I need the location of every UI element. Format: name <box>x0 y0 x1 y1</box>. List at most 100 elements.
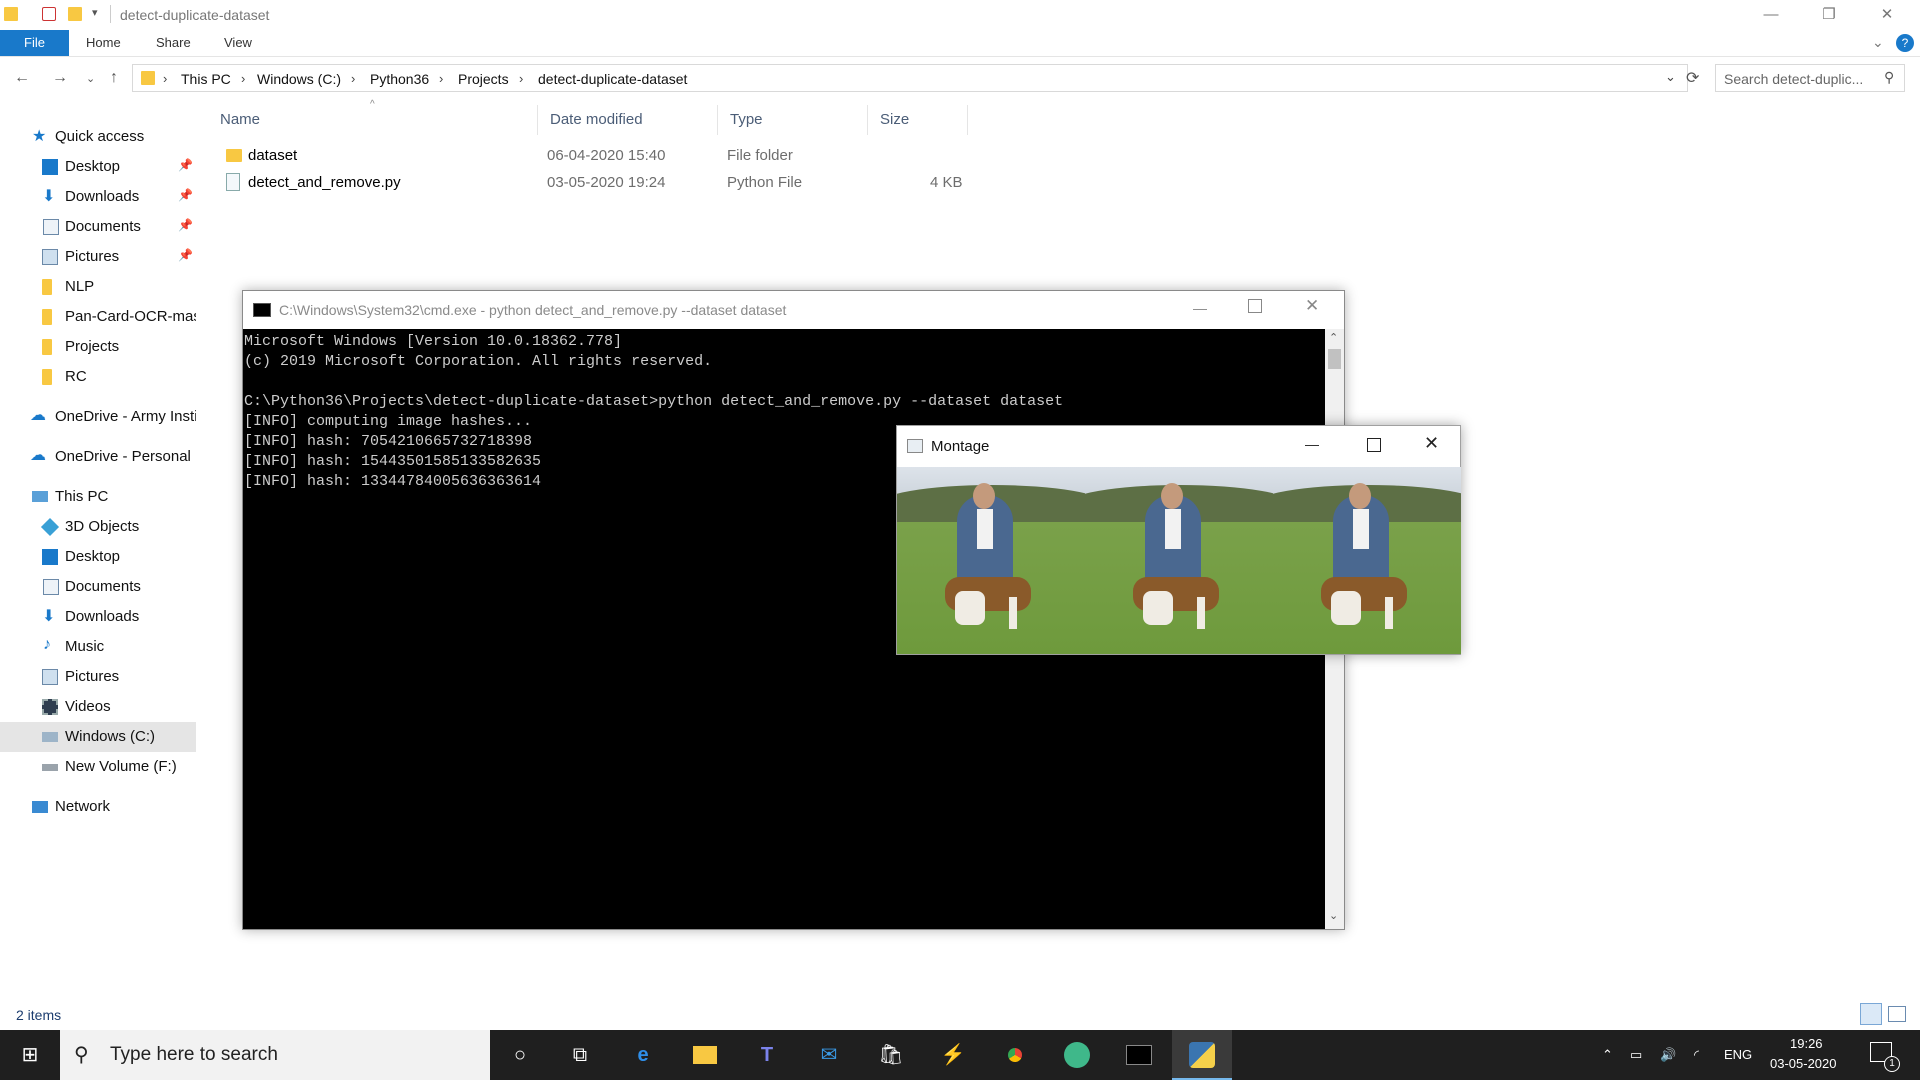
windows-start-icon[interactable]: ⊞ <box>15 1040 45 1070</box>
breadcrumb-current[interactable]: detect-duplicate-dataset <box>538 71 687 87</box>
nav-network[interactable]: Network <box>0 792 196 822</box>
nav-item-documents[interactable]: Documents 📌 <box>0 212 196 242</box>
nav-item-pc-desktop[interactable]: Desktop <box>0 542 196 572</box>
refresh-icon[interactable]: ⟳ <box>1686 68 1699 88</box>
nav-item-desktop[interactable]: Desktop 📌 <box>0 152 196 182</box>
nav-label: NLP <box>65 278 95 295</box>
tab-file[interactable]: File <box>0 30 69 56</box>
cmd-icon <box>253 303 271 317</box>
column-type[interactable]: Type <box>718 105 868 135</box>
scroll-thumb[interactable] <box>1328 349 1341 369</box>
folder-icon <box>42 279 52 295</box>
up-icon[interactable]: ↑ <box>110 69 118 87</box>
show-hidden-icons-icon[interactable]: ⌃ <box>1602 1047 1613 1063</box>
wifi-icon[interactable]: ◜ <box>1694 1047 1699 1063</box>
properties-icon[interactable] <box>42 7 56 21</box>
nav-item-pictures[interactable]: Pictures 📌 <box>0 242 196 272</box>
nav-item-nlp[interactable]: NLP <box>0 272 196 302</box>
close-button[interactable]: ✕ <box>1305 296 1319 316</box>
nav-item-downloads[interactable]: ⬇ Downloads 📌 <box>0 182 196 212</box>
chrome-icon[interactable] <box>1000 1040 1030 1070</box>
pictures-icon <box>42 249 58 265</box>
address-bar[interactable]: › This PC › Windows (C:) › Python36 › Pr… <box>132 64 1688 92</box>
expand-ribbon-icon[interactable]: ⌄ <box>1872 34 1884 51</box>
cortana-icon[interactable]: ○ <box>505 1040 535 1070</box>
file-row[interactable]: dataset 06-04-2020 15:40 File folder <box>208 143 968 169</box>
tab-view[interactable]: View <box>208 30 268 56</box>
breadcrumb-this-pc[interactable]: This PC <box>181 71 231 87</box>
nav-quick-access[interactable]: ★ Quick access <box>0 122 196 152</box>
file-row[interactable]: detect_and_remove.py 03-05-2020 19:24 Py… <box>208 170 968 196</box>
image-head <box>1349 483 1371 509</box>
restore-button[interactable]: ❐ <box>1806 0 1852 30</box>
nav-item-pc-documents[interactable]: Documents <box>0 572 196 602</box>
column-date[interactable]: Date modified <box>538 105 718 135</box>
documents-icon <box>43 579 59 595</box>
teams-icon[interactable]: T <box>752 1040 782 1070</box>
mail-icon[interactable]: ✉ <box>814 1040 844 1070</box>
store-icon[interactable]: 🛍 <box>876 1040 906 1070</box>
cmd-title-bar[interactable]: C:\Windows\System32\cmd.exe - python det… <box>243 291 1344 329</box>
nav-item-music[interactable]: ♪ Music <box>0 632 196 662</box>
forward-icon[interactable]: → <box>52 69 68 87</box>
scroll-down-icon[interactable]: ⌄ <box>1329 909 1338 922</box>
close-button[interactable]: ✕ <box>1424 433 1439 454</box>
nav-item-windows-c[interactable]: Windows (C:) <box>0 722 196 752</box>
new-folder-icon[interactable] <box>68 7 82 21</box>
large-icons-view-icon[interactable] <box>1888 1006 1906 1022</box>
nav-item-3d-objects[interactable]: 3D Objects <box>0 512 196 542</box>
maximize-button[interactable] <box>1248 299 1262 313</box>
nav-onedrive-army[interactable]: ☁ OneDrive - Army Insti <box>0 402 196 432</box>
file-explorer-icon[interactable] <box>690 1040 720 1070</box>
pin-icon: 📌 <box>178 158 193 172</box>
breadcrumb-python36[interactable]: Python36 <box>370 71 429 87</box>
breadcrumb-projects[interactable]: Projects <box>458 71 509 87</box>
atom-icon[interactable] <box>1062 1040 1092 1070</box>
recent-locations-icon[interactable]: ⌄ <box>86 72 95 85</box>
scroll-up-icon[interactable]: ⌃ <box>1329 331 1338 344</box>
clock-date[interactable]: 03-05-2020 <box>1770 1056 1837 1071</box>
help-icon[interactable]: ? <box>1896 34 1914 52</box>
montage-window[interactable]: Montage — ✕ <box>896 425 1461 655</box>
python-app-button[interactable] <box>1172 1030 1232 1080</box>
edge-icon[interactable]: e <box>628 1040 658 1070</box>
maximize-button[interactable] <box>1367 438 1381 452</box>
clock-time[interactable]: 19:26 <box>1790 1036 1823 1051</box>
minimize-button[interactable]: — <box>1748 0 1794 30</box>
nav-item-pc-pictures[interactable]: Pictures <box>0 662 196 692</box>
nav-this-pc[interactable]: This PC <box>0 482 196 512</box>
language-indicator[interactable]: ENG <box>1724 1047 1752 1062</box>
python-file-icon <box>226 173 240 191</box>
taskbar: ⊞ ⚲ Type here to search ○ ⧉ e T ✉ 🛍 ⚡ ⌃ … <box>0 1030 1920 1080</box>
nav-label: Documents <box>65 578 141 595</box>
tab-share[interactable]: Share <box>140 30 207 56</box>
nav-item-new-volume[interactable]: New Volume (F:) <box>0 752 196 782</box>
battery-icon[interactable]: ▭ <box>1630 1047 1642 1063</box>
breadcrumb-windows-c[interactable]: Windows (C:) <box>257 71 341 87</box>
montage-image <box>1273 467 1461 654</box>
terminal-icon[interactable] <box>1124 1040 1154 1070</box>
divider <box>110 5 111 23</box>
sort-up-icon: ^ <box>370 99 375 110</box>
volume-icon[interactable]: 🔊 <box>1660 1047 1676 1063</box>
taskbar-search-input[interactable]: ⚲ Type here to search <box>60 1030 490 1080</box>
nav-item-pc-downloads[interactable]: ⬇ Downloads <box>0 602 196 632</box>
tab-home[interactable]: Home <box>70 30 137 56</box>
sublime-icon[interactable]: ⚡ <box>938 1040 968 1070</box>
minimize-button[interactable]: — <box>1193 300 1207 316</box>
nav-item-projects[interactable]: Projects <box>0 332 196 362</box>
customize-toolbar-icon[interactable]: ▾ <box>92 6 98 19</box>
task-view-icon[interactable]: ⧉ <box>565 1040 595 1070</box>
details-view-icon[interactable] <box>1860 1003 1882 1025</box>
search-input[interactable]: Search detect-duplic... ⚲ <box>1715 64 1905 92</box>
montage-title-bar[interactable]: Montage — ✕ <box>897 426 1460 466</box>
nav-item-rc[interactable]: RC <box>0 362 196 392</box>
back-icon[interactable]: ← <box>14 69 30 87</box>
nav-item-pan-card[interactable]: Pan-Card-OCR-mast <box>0 302 196 332</box>
address-dropdown-icon[interactable]: ⌄ <box>1665 69 1676 85</box>
nav-onedrive-personal[interactable]: ☁ OneDrive - Personal <box>0 442 196 472</box>
minimize-button[interactable]: — <box>1305 436 1319 452</box>
column-size[interactable]: Size <box>868 105 968 135</box>
close-button[interactable]: ✕ <box>1864 0 1910 30</box>
nav-item-videos[interactable]: Videos <box>0 692 196 722</box>
